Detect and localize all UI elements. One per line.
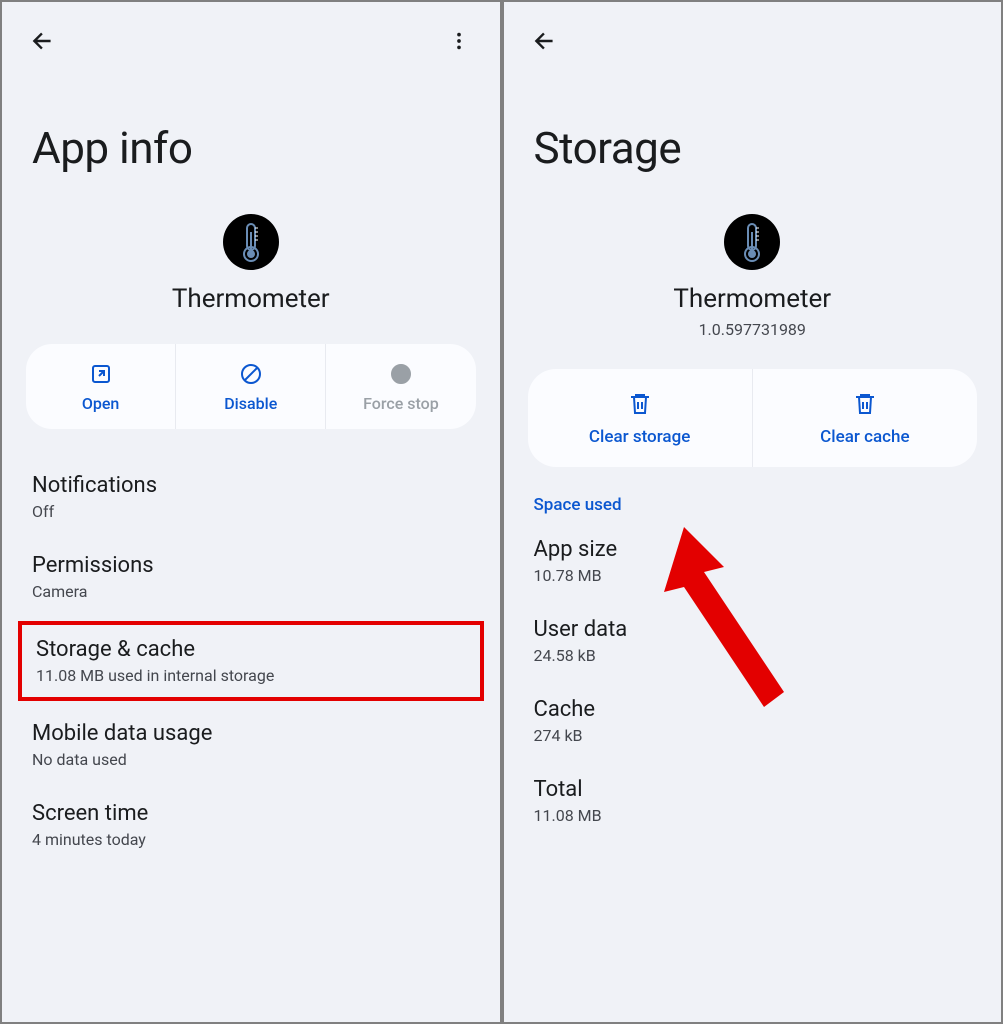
- clear-cache-button[interactable]: Clear cache: [753, 369, 977, 467]
- clear-storage-label: Clear storage: [589, 427, 690, 447]
- app-size-title: App size: [534, 537, 972, 562]
- cache-item[interactable]: Cache 274 kB: [504, 681, 1002, 761]
- thermometer-icon: [737, 222, 767, 262]
- notifications-sub: Off: [32, 502, 470, 521]
- app-name: Thermometer: [172, 284, 330, 314]
- page-title: App info: [2, 62, 500, 214]
- permissions-sub: Camera: [32, 582, 470, 601]
- total-item[interactable]: Total 11.08 MB: [504, 761, 1002, 841]
- page-title: Storage: [504, 62, 1002, 214]
- topbar: [2, 2, 500, 62]
- storage-sub: 11.08 MB used in internal storage: [36, 666, 466, 685]
- screen-time-item[interactable]: Screen time 4 minutes today: [2, 785, 500, 865]
- app-info-screen: App info Thermometer Open: [2, 2, 504, 1022]
- arrow-left-icon: [532, 28, 558, 54]
- user-data-sub: 24.58 kB: [534, 646, 972, 665]
- more-options-button[interactable]: [440, 22, 478, 60]
- force-stop-label: Force stop: [363, 394, 439, 413]
- app-size-sub: 10.78 MB: [534, 566, 972, 585]
- notifications-title: Notifications: [32, 473, 470, 498]
- cache-sub: 274 kB: [534, 726, 972, 745]
- open-icon: [89, 362, 113, 386]
- topbar: [504, 2, 1002, 62]
- disable-button[interactable]: Disable: [176, 344, 326, 429]
- notifications-item[interactable]: Notifications Off: [2, 457, 500, 537]
- space-used-label: Space used: [504, 475, 1002, 521]
- disable-icon: [239, 362, 263, 386]
- clear-cache-label: Clear cache: [820, 427, 909, 447]
- trash-icon: [853, 391, 877, 417]
- app-header: Thermometer 1.0.597731989: [504, 214, 1002, 339]
- permissions-title: Permissions: [32, 553, 470, 578]
- disable-label: Disable: [224, 394, 277, 413]
- permissions-item[interactable]: Permissions Camera: [2, 537, 500, 617]
- user-data-title: User data: [534, 617, 972, 642]
- app-icon: [223, 214, 279, 270]
- total-sub: 11.08 MB: [534, 806, 972, 825]
- total-title: Total: [534, 777, 972, 802]
- mobile-data-sub: No data used: [32, 750, 470, 769]
- force-stop-icon: [389, 362, 413, 386]
- arrow-left-icon: [30, 28, 56, 54]
- cache-title: Cache: [534, 697, 972, 722]
- back-button[interactable]: [526, 22, 564, 60]
- storage-screen: Storage Thermometer 1.0.597731989: [504, 2, 1002, 1022]
- thermometer-icon: [236, 222, 266, 262]
- clear-storage-button[interactable]: Clear storage: [528, 369, 753, 467]
- screen-time-title: Screen time: [32, 801, 470, 826]
- screen-time-sub: 4 minutes today: [32, 830, 470, 849]
- force-stop-button[interactable]: Force stop: [326, 344, 475, 429]
- user-data-item[interactable]: User data 24.58 kB: [504, 601, 1002, 681]
- app-name: Thermometer: [673, 284, 831, 314]
- mobile-data-item[interactable]: Mobile data usage No data used: [2, 705, 500, 785]
- vertical-dots-icon: [448, 30, 470, 52]
- action-row: Open Disable Force stop: [26, 344, 476, 429]
- storage-title: Storage & cache: [36, 637, 466, 662]
- app-header: Thermometer: [2, 214, 500, 314]
- app-icon: [724, 214, 780, 270]
- mobile-data-title: Mobile data usage: [32, 721, 470, 746]
- storage-action-row: Clear storage Clear cache: [528, 369, 978, 467]
- open-label: Open: [82, 394, 120, 413]
- app-version: 1.0.597731989: [699, 320, 806, 339]
- open-button[interactable]: Open: [26, 344, 176, 429]
- app-size-item[interactable]: App size 10.78 MB: [504, 521, 1002, 601]
- back-button[interactable]: [24, 22, 62, 60]
- trash-icon: [628, 391, 652, 417]
- storage-cache-item[interactable]: Storage & cache 11.08 MB used in interna…: [18, 621, 484, 701]
